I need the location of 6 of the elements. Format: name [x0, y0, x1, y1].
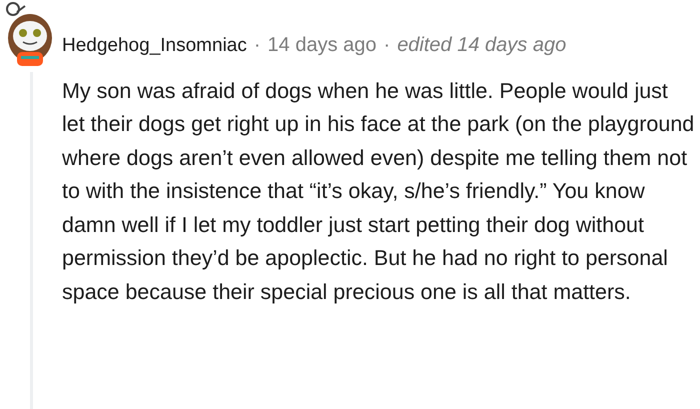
- separator-dot: ·: [384, 33, 390, 58]
- edited-timestamp: edited 14 days ago: [397, 33, 566, 58]
- comment-body: My son was afraid of dogs when he was little. People would just let their dogs get right up in his face at the park (on the playground where dogs aren’t even allowed even) despite me telling them not to with the insistence that “it’s okay, s/he’s friendly.” You know damn well if I let my toddler just start petting their dog without permission they’d be apoplectic. But he had no right to personal space because their special precious one is all that matters.: [62, 78, 696, 306]
- username[interactable]: Hedgehog_Insomniac: [62, 32, 247, 60]
- separator-dot: ·: [254, 33, 261, 58]
- timestamp[interactable]: 14 days ago: [268, 30, 377, 60]
